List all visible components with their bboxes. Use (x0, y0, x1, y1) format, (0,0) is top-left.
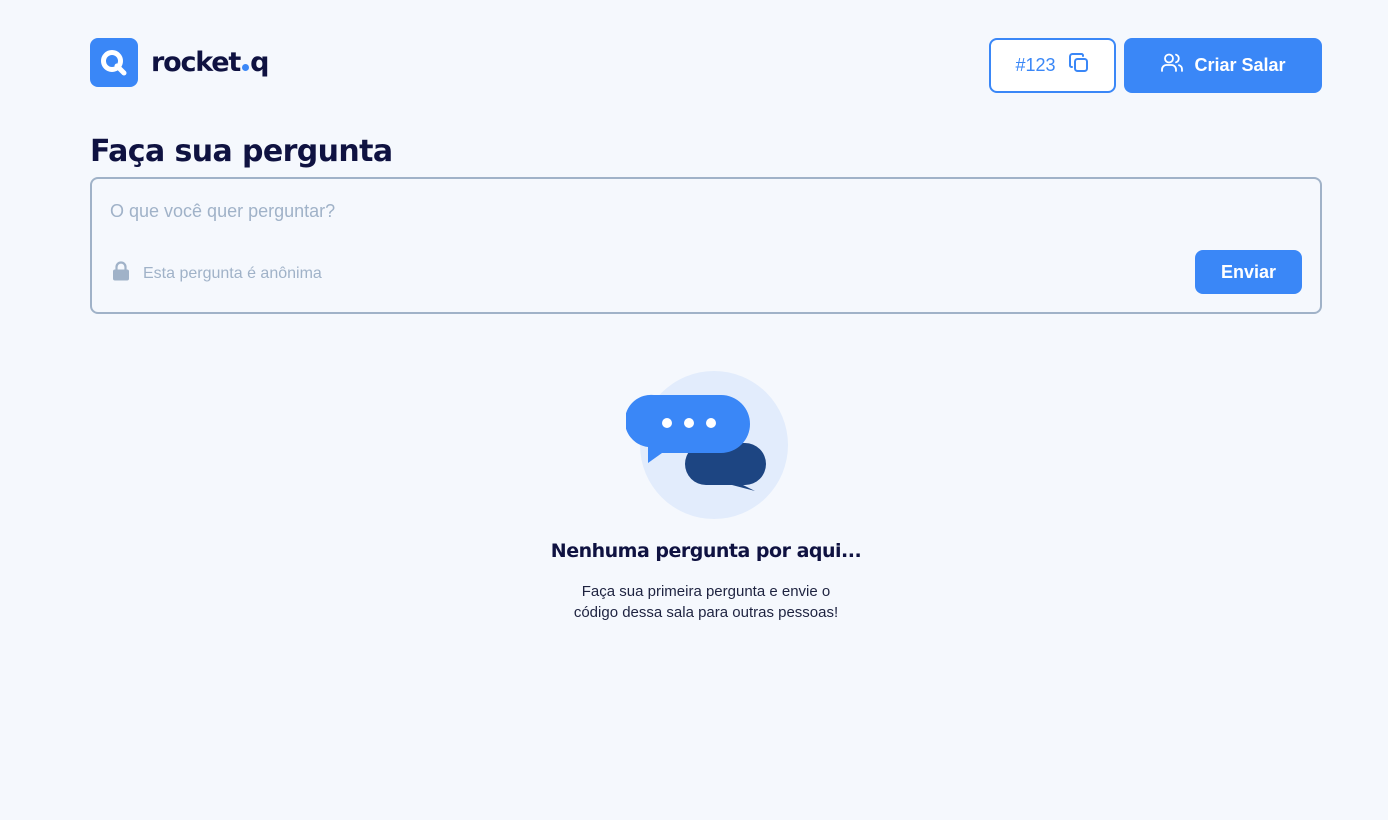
users-icon (1160, 51, 1184, 80)
chat-bubbles-icon (624, 370, 790, 522)
logo[interactable]: rocket q (90, 38, 269, 87)
room-code: #123 (1015, 55, 1056, 75)
anonymous-note: Esta pergunta é anônima (112, 261, 322, 286)
logo-dot (242, 64, 250, 71)
empty-state-text-line-1: Faça sua primeira pergunta e envie o (581, 583, 831, 600)
logo-text: rocket q (151, 47, 269, 78)
copy-icon (1068, 52, 1090, 79)
empty-state-text: Faça sua primeira pergunta e envie o cód… (556, 581, 856, 623)
lock-icon (112, 261, 130, 286)
logo-text-main: rocket (151, 47, 241, 78)
empty-state-text-line-2: código dessa sala para outras pessoas! (573, 604, 839, 621)
question-input[interactable] (110, 199, 1260, 223)
copy-room-code-button[interactable]: #123 (989, 38, 1116, 93)
question-form: Esta pergunta é anônima Enviar (90, 177, 1322, 314)
app-header: rocket q #123 Criar Salar (90, 38, 1322, 93)
logo-mark-icon (90, 38, 138, 87)
header-actions: #123 Criar Salar (989, 38, 1322, 93)
send-button[interactable]: Enviar (1195, 250, 1302, 294)
logo-text-suffix: q (250, 47, 269, 78)
create-room-button[interactable]: Criar Salar (1124, 38, 1322, 93)
empty-state-title: Nenhuma pergunta por aqui... (550, 540, 862, 562)
anonymous-label: Esta pergunta é anônima (143, 264, 322, 282)
create-room-label: Criar Salar (1194, 55, 1286, 75)
page-title: Faça sua pergunta (90, 134, 393, 169)
